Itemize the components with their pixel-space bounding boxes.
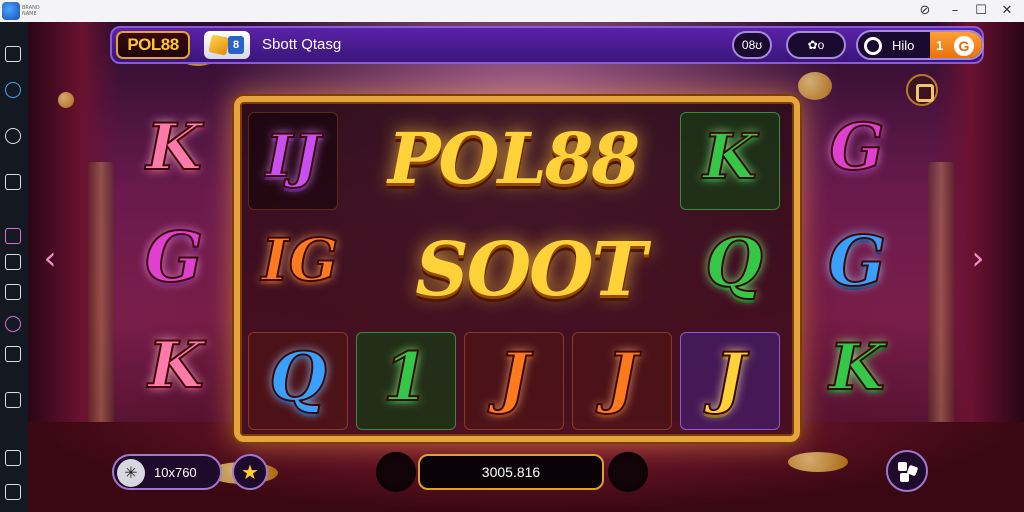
bonus-pill[interactable]: ✿o [786, 31, 846, 59]
reel-symbol: J [713, 337, 746, 417]
reel-symbol: J [497, 337, 530, 417]
decrease-button[interactable] [376, 452, 416, 492]
menu-tile-icon [900, 473, 909, 482]
app-icon[interactable] [5, 228, 21, 244]
game-title: Sbott Qtasg [262, 36, 342, 53]
account-widget[interactable]: Hilo 1 G [856, 30, 984, 60]
cube-badge: 8 [228, 36, 244, 54]
cube-icon [208, 34, 230, 56]
coin-decoration [798, 72, 832, 100]
app-logo-text: BRAND NAME [22, 5, 40, 17]
reel-symbol: J [605, 337, 638, 417]
game-title-banner: SOOT [415, 227, 646, 313]
reel-symbol: IJ [265, 121, 322, 191]
window-titlebar: BRAND NAME ⊘ – ☐ ✕ [0, 0, 1024, 22]
keyboard-icon[interactable] [5, 46, 21, 62]
maximize-button[interactable]: ☐ [972, 2, 990, 20]
side-symbol-right-3: K [828, 329, 886, 406]
bet-display[interactable]: ✳ 10x760 [112, 454, 222, 490]
side-symbol-left-2: G [144, 217, 204, 299]
reel-symbol: Q [704, 223, 764, 303]
screenshot-icon[interactable] [5, 174, 21, 190]
sound-pill[interactable]: 08ʊ [732, 31, 772, 59]
record-icon[interactable] [5, 316, 21, 332]
settings-icon[interactable] [5, 392, 21, 408]
app-logo-icon [2, 2, 20, 20]
star-button[interactable]: ★ [232, 454, 268, 490]
reel-symbol: 1 [382, 337, 430, 417]
coin-count: 1 [936, 38, 944, 53]
game-stage: K G K G G K ‹ › IJ K POL88 IG SOOT Q Q 1… [28, 22, 1024, 512]
reel-symbol: IG [261, 225, 340, 295]
macro-icon[interactable] [5, 254, 21, 270]
g-coin-icon: G [954, 36, 974, 56]
reel-frame: IJ K POL88 IG SOOT Q Q 1 J J J [234, 96, 800, 442]
top-hud: POL88 8 Sbott Qtasg 08ʊ ✿o Hilo 1 G [110, 26, 984, 64]
brand-logo[interactable]: POL88 [116, 31, 190, 59]
info-button[interactable] [906, 74, 938, 106]
pointer-icon[interactable]: ⊘ [916, 2, 934, 20]
coin-button[interactable]: 1 G [930, 32, 982, 58]
game-cube-icon[interactable]: 8 [204, 31, 250, 59]
rotate-icon[interactable] [5, 128, 21, 144]
side-symbol-right-1: G [829, 109, 886, 186]
menu-tile-icon [898, 462, 907, 471]
bet-value: 10x760 [154, 465, 197, 480]
apk-icon[interactable] [5, 284, 21, 300]
reel-symbol: Q [268, 337, 328, 417]
back-icon[interactable] [5, 484, 21, 500]
asterisk-icon: ✳ [117, 459, 145, 487]
gear-icon[interactable] [864, 37, 882, 55]
increase-button[interactable] [608, 452, 648, 492]
multi-instance-icon[interactable] [5, 450, 21, 466]
emulator-sidebar [0, 22, 28, 512]
coin-decoration [58, 92, 74, 108]
game-logo-banner: POL88 [387, 117, 640, 200]
prev-arrow[interactable]: ‹ [38, 236, 62, 280]
minimize-button[interactable]: – [946, 2, 964, 20]
side-symbol-right-2: G [827, 221, 887, 303]
greeting-text: Hilo [892, 38, 915, 53]
coin-decoration [788, 452, 848, 472]
next-arrow[interactable]: › [966, 236, 990, 280]
files-icon[interactable] [5, 346, 21, 362]
sync-icon[interactable] [5, 82, 21, 98]
close-button[interactable]: ✕ [998, 2, 1016, 20]
side-symbol-left-3: K [147, 327, 205, 404]
side-symbol-left-1: K [145, 109, 203, 186]
balance-display: 3005.816 [418, 454, 604, 490]
reel-symbol: K [702, 119, 758, 194]
menu-button[interactable] [886, 450, 928, 492]
